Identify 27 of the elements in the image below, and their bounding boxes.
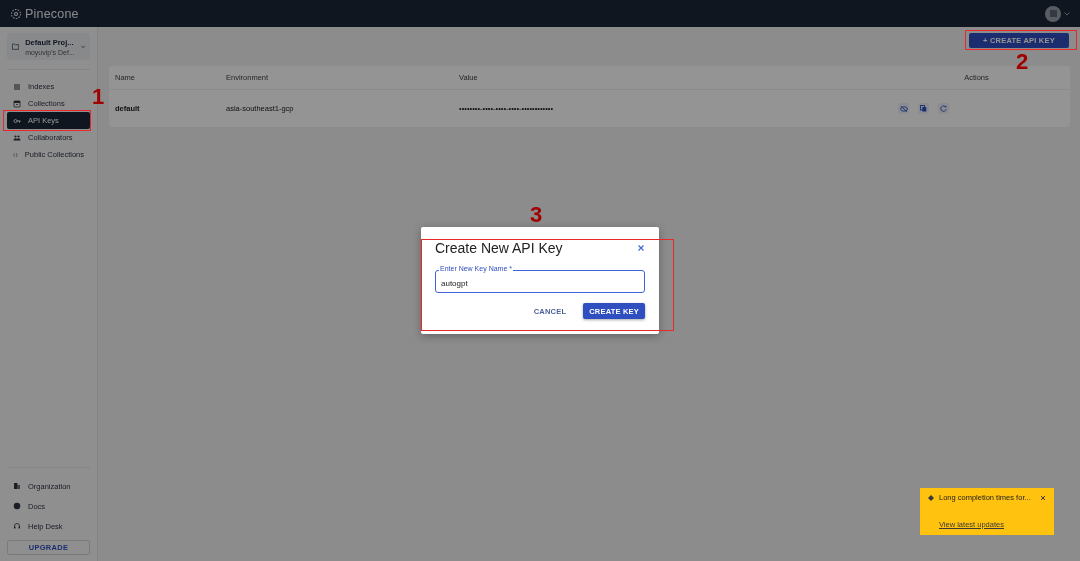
key-icon [13, 116, 21, 125]
avatar-icon[interactable] [1045, 5, 1061, 22]
copy-button[interactable] [918, 103, 929, 114]
archive-box-icon [13, 99, 21, 108]
annotation-number: 3 [530, 204, 543, 226]
close-button[interactable] [1040, 494, 1046, 501]
refresh-icon [940, 105, 947, 112]
people-icon [13, 133, 21, 142]
close-icon [1040, 494, 1046, 501]
folder-icon [12, 42, 20, 51]
headset-icon [13, 522, 21, 530]
pinecone-logo-icon [10, 7, 22, 20]
close-button[interactable] [637, 244, 645, 252]
dialog-title: Create New API Key [435, 240, 563, 256]
braces-icon [13, 150, 18, 159]
eye-slash-icon [899, 105, 908, 112]
chevron-down-icon[interactable] [1064, 11, 1070, 16]
annotation-number: 1 [92, 86, 105, 108]
copy-icon [920, 105, 927, 112]
annotation-number: 2 [1016, 51, 1029, 73]
building-icon [13, 482, 21, 490]
close-icon [637, 244, 645, 252]
chevron-down-icon [80, 44, 85, 49]
warning-diamond-icon [928, 494, 934, 501]
refresh-button[interactable] [938, 103, 949, 114]
hide-key-button[interactable] [898, 103, 909, 114]
app-logo-text: Pinecone [25, 6, 79, 21]
